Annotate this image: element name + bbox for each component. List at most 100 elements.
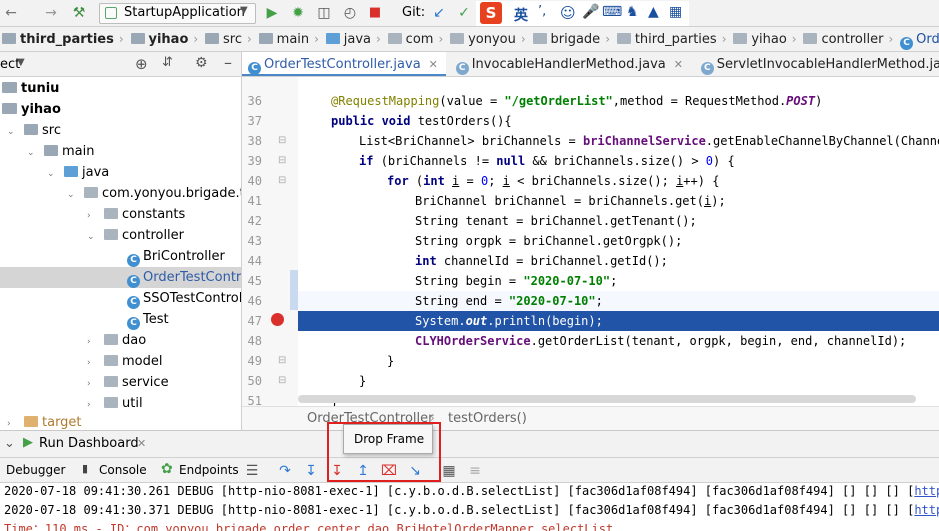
tree-item-test[interactable]: C Test bbox=[127, 309, 169, 330]
line-number: 50 bbox=[247, 374, 262, 388]
tree-item-main[interactable]: ⌄ main bbox=[27, 141, 94, 162]
step-over-icon[interactable]: ↷ bbox=[276, 462, 294, 480]
fold-icon[interactable]: ⊟ bbox=[278, 375, 286, 386]
git-update-icon[interactable]: ↙ bbox=[430, 4, 448, 22]
tree-item-util[interactable]: › util bbox=[87, 393, 143, 414]
locate-target-icon[interactable]: ⊕ bbox=[135, 55, 148, 73]
breadcrumb-item[interactable]: yihao bbox=[130, 27, 193, 51]
stop-icon[interactable]: ■ bbox=[366, 4, 384, 22]
tree-item-bricontroller[interactable]: C BriController bbox=[127, 246, 225, 267]
breadcrumb-item[interactable]: yonyou bbox=[450, 27, 520, 51]
profile-icon[interactable]: ◴ bbox=[341, 4, 359, 22]
minimize-icon[interactable]: – bbox=[224, 53, 232, 72]
close-icon[interactable]: ✕ bbox=[429, 58, 438, 71]
breadcrumb-item[interactable]: java bbox=[325, 27, 375, 51]
forward-arrow-icon[interactable]: → bbox=[42, 4, 60, 22]
tree-item-dao[interactable]: › dao bbox=[87, 330, 146, 351]
fold-icon[interactable]: ⊟ bbox=[278, 355, 286, 366]
coverage-icon[interactable]: ◫ bbox=[315, 4, 333, 22]
shirt-icon[interactable]: ▲ bbox=[648, 4, 659, 20]
code-line: } bbox=[359, 374, 367, 388]
tree-item-service[interactable]: › service bbox=[87, 372, 169, 393]
trace-icon[interactable]: ≡ bbox=[466, 462, 484, 480]
keyboard-icon[interactable]: ⌨ bbox=[602, 4, 622, 20]
tree-item-yihao[interactable]: yihao bbox=[2, 99, 61, 120]
chevron-right-icon: › bbox=[791, 32, 797, 46]
chevron-down-icon[interactable]: ⌄ bbox=[4, 436, 15, 451]
tree-item-java[interactable]: ⌄ java bbox=[47, 162, 109, 183]
folder-icon bbox=[24, 124, 38, 135]
breadcrumb-item[interactable]: COrderTestController bbox=[900, 27, 939, 51]
git-commit-icon[interactable]: ✓ bbox=[455, 4, 473, 22]
build-hammer-icon[interactable]: ⚒ bbox=[70, 4, 88, 22]
console-link[interactable]: http://1 bbox=[914, 484, 939, 498]
tree-item-tuniu[interactable]: tuniu bbox=[2, 78, 59, 99]
code-line: String end = "2020-07-10"; bbox=[415, 294, 603, 308]
fold-icon[interactable]: ⊟ bbox=[278, 175, 286, 186]
gear-icon[interactable]: ⚙ bbox=[195, 55, 208, 71]
evaluate-icon[interactable]: ▦ bbox=[440, 462, 458, 480]
microphone-icon[interactable]: 🎤 bbox=[582, 4, 599, 20]
horizontal-scrollbar[interactable] bbox=[298, 395, 916, 403]
console-output[interactable]: 2020-07-18 09:41:30.261 DEBUG [http-nio-… bbox=[0, 483, 939, 531]
tree-item-constants[interactable]: › constants bbox=[87, 204, 185, 225]
collapse-all-icon[interactable]: ⇵ bbox=[162, 55, 173, 70]
code-line: if (briChannels != null && briChannels.s… bbox=[359, 154, 735, 168]
line-number: 37 bbox=[247, 114, 262, 128]
code-editor[interactable]: @RequestMapping(value = "/getOrderList",… bbox=[298, 77, 939, 406]
package-icon bbox=[387, 33, 402, 44]
tab-ordertestcontroller[interactable]: C OrderTestController.java ✕ bbox=[242, 52, 446, 76]
close-icon[interactable]: ✕ bbox=[674, 58, 683, 71]
chevron-down-icon: ⌄ bbox=[47, 169, 55, 179]
tab-console[interactable]: Console bbox=[99, 463, 147, 477]
skin-icon[interactable]: ♞ bbox=[626, 4, 639, 20]
tree-item-ssotestcontroller[interactable]: CSSOTestControlle bbox=[127, 288, 241, 309]
fold-icon[interactable]: ⊟ bbox=[278, 155, 286, 166]
run-icon[interactable]: ▶ bbox=[263, 4, 281, 22]
caret-row bbox=[298, 291, 939, 311]
close-icon[interactable]: ✕ bbox=[137, 437, 146, 450]
breadcrumb-item[interactable]: yihao bbox=[733, 27, 790, 51]
breadcrumb-item[interactable]: com bbox=[387, 27, 438, 51]
tree-item-controller[interactable]: ⌄ controller bbox=[87, 225, 184, 246]
package-icon bbox=[803, 33, 818, 44]
back-arrow-icon[interactable]: ← bbox=[2, 4, 20, 22]
ime-english-label[interactable]: 英 bbox=[514, 5, 528, 25]
run-dashboard-title[interactable]: Run Dashboard bbox=[39, 436, 139, 451]
breadcrumb-item[interactable]: src bbox=[205, 27, 246, 51]
main-toolbar: ← → ⚒ StartupApplication ▼ ▶ ✹ ◫ ◴ ■ Git… bbox=[0, 0, 939, 27]
tab-invocablehandlermethod[interactable]: C InvocableHandlerMethod.java ✕ bbox=[450, 52, 691, 76]
breakpoint-icon[interactable] bbox=[271, 313, 284, 326]
breadcrumb-item[interactable]: third_parties bbox=[616, 27, 721, 51]
line-number: 38 bbox=[247, 134, 262, 148]
crumb-method[interactable]: testOrders() bbox=[448, 411, 527, 426]
breadcrumb-item[interactable]: third_parties bbox=[0, 27, 118, 51]
tree-item-target[interactable]: › target bbox=[7, 415, 82, 430]
chevron-down-icon[interactable]: ▼ bbox=[17, 57, 25, 68]
breadcrumb-item[interactable]: brigade bbox=[532, 27, 605, 51]
breadcrumb-item[interactable]: controller bbox=[803, 27, 887, 51]
code-line: int channelId = briChannel.getId(); bbox=[415, 254, 668, 268]
fold-icon[interactable]: ⊟ bbox=[278, 135, 286, 146]
line-number: 49 bbox=[247, 354, 262, 368]
breadcrumb-item[interactable]: main bbox=[258, 27, 313, 51]
punctuation-icon[interactable]: ’, bbox=[538, 4, 546, 19]
tree-item-ordertestcontroller[interactable]: C OrderTestContrc bbox=[127, 267, 241, 288]
tab-debugger[interactable]: Debugger bbox=[6, 463, 65, 477]
tree-item-package[interactable]: ⌄ com.yonyou.brigade.thi bbox=[67, 183, 241, 204]
tab-endpoints[interactable]: Endpoints bbox=[179, 463, 239, 477]
code-line: String begin = "2020-07-10"; bbox=[415, 274, 618, 288]
tab-servletinvocablehandlermethod[interactable]: CServletInvocableHandlerMethod.java✕ bbox=[695, 52, 939, 76]
run-config-dropdown[interactable]: StartupApplication ▼ bbox=[99, 3, 256, 24]
console-link[interactable]: http://1 bbox=[914, 503, 939, 517]
chevron-right-icon: › bbox=[193, 32, 199, 46]
step-into-icon[interactable]: ↧ bbox=[302, 462, 320, 480]
ime-toolbar: S 英 ’, ☺ 🎤 ⌨ ♞ ▲ ▦ bbox=[476, 1, 689, 26]
emoji-icon[interactable]: ☺ bbox=[560, 4, 576, 22]
debug-bug-icon[interactable]: ✹ bbox=[289, 4, 307, 22]
tree-item-model[interactable]: › model bbox=[87, 351, 162, 372]
menu-lines-icon[interactable]: ☰ bbox=[243, 462, 261, 480]
folder-icon bbox=[325, 33, 340, 44]
grid-menu-icon[interactable]: ▦ bbox=[669, 4, 682, 20]
tree-item-src[interactable]: ⌄ src bbox=[7, 120, 61, 141]
